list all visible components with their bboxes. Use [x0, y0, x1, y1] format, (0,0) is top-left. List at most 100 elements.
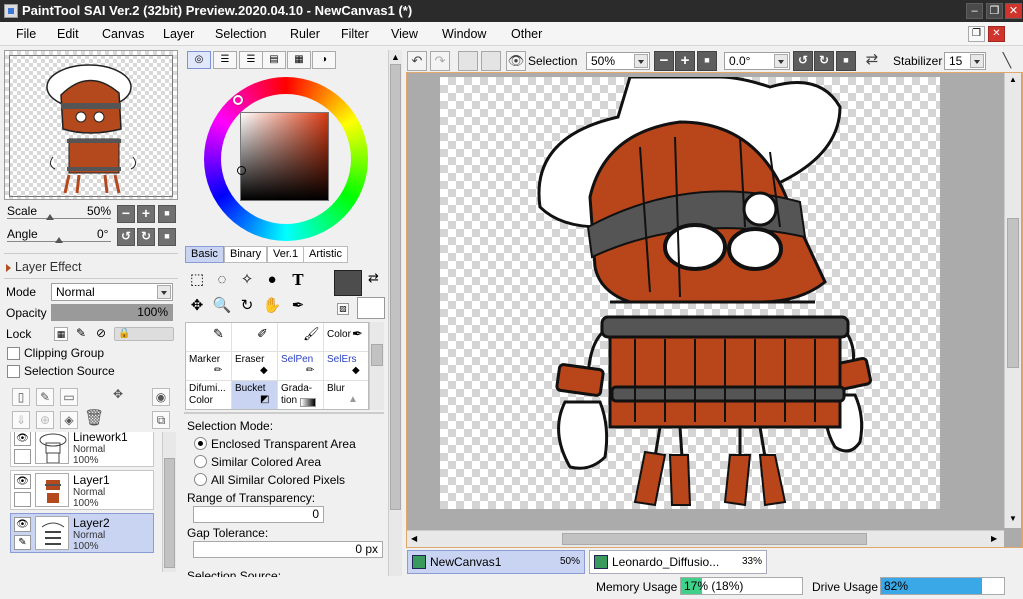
hsv-slider-tab[interactable]: ☰: [239, 51, 263, 69]
scrollbar-thumb[interactable]: [390, 64, 401, 510]
zoom-fit-button[interactable]: ■: [697, 51, 717, 71]
text-icon[interactable]: T: [287, 269, 309, 291]
primary-color-swatch[interactable]: [334, 270, 362, 296]
angle-dropdown[interactable]: 0.0°: [724, 52, 790, 70]
layer-effect-header[interactable]: Layer Effect: [15, 260, 81, 274]
mdi-close-button[interactable]: ✕: [988, 26, 1005, 42]
secondary-color-swatch[interactable]: [357, 297, 385, 319]
navigator-preview[interactable]: [4, 50, 178, 200]
minimize-button[interactable]: –: [966, 3, 983, 19]
brush-cell-selers[interactable]: SelErs ◆: [324, 352, 368, 381]
canvas-tab-leonardo[interactable]: Leonardo_Diffusio... 33%: [589, 550, 767, 574]
rect-select-icon[interactable]: ⬚: [186, 269, 208, 291]
selection-source-checkbox[interactable]: [7, 365, 20, 378]
canvas-viewport[interactable]: ▲ ▼ ◀ ▶: [406, 72, 1023, 548]
magic-wand-icon[interactable]: ✧: [236, 269, 258, 291]
layer-sub-toggle[interactable]: [14, 449, 31, 464]
brush-cell-brush[interactable]: 🖌: [278, 323, 324, 352]
straight-line-icon[interactable]: ╲: [997, 51, 1017, 71]
rotate-ccw-button[interactable]: ↺: [793, 51, 813, 71]
redo-button[interactable]: ↷: [430, 51, 450, 71]
brush-cell-bucket[interactable]: Bucket ◩: [232, 381, 278, 409]
mdi-restore-button[interactable]: ❐: [968, 26, 985, 42]
brush-cell-pen[interactable]: ✎: [186, 323, 232, 352]
apply-mask-icon[interactable]: ⧉: [152, 411, 170, 429]
menu-file[interactable]: File: [16, 27, 36, 41]
hand-icon[interactable]: ✋: [261, 295, 283, 317]
collapse-triangle-icon[interactable]: [6, 264, 11, 272]
layer-item-layer2[interactable]: 👁 ✎ Layer2 Normal 100%: [10, 513, 154, 553]
radio-similar-colored[interactable]: [194, 455, 207, 468]
menu-canvas[interactable]: Canvas: [102, 27, 144, 41]
menu-window[interactable]: Window: [442, 27, 486, 41]
move-icon[interactable]: ✥: [186, 295, 208, 317]
color-picker-marker[interactable]: [237, 166, 246, 175]
layer-item-linework1[interactable]: 👁 Linework1 Normal 100%: [10, 432, 154, 467]
rotate-reset-button[interactable]: ■: [158, 228, 176, 246]
color-wheel-tab[interactable]: ◎: [187, 51, 211, 69]
radio-enclosed-transparent[interactable]: [194, 437, 207, 450]
transfer-down-icon[interactable]: ⇓: [12, 411, 30, 429]
deselect-button[interactable]: [458, 51, 478, 71]
canvas-paper[interactable]: [440, 75, 940, 509]
brush-grid-scrollbar[interactable]: [369, 322, 384, 410]
canvas-vertical-scrollbar[interactable]: ▲ ▼: [1004, 73, 1021, 528]
new-folder-icon[interactable]: ▭: [60, 388, 78, 406]
close-button[interactable]: ✕: [1005, 3, 1022, 19]
visibility-eye-icon[interactable]: 👁: [14, 432, 31, 446]
menu-edit[interactable]: Edit: [57, 27, 79, 41]
eyedropper-icon[interactable]: ✒: [287, 295, 309, 317]
brush-cell-color[interactable]: Color ✒: [324, 323, 368, 352]
brush-cell-blur[interactable]: Blur ▲: [324, 381, 368, 409]
scrollbar-thumb[interactable]: [1007, 218, 1019, 368]
middle-panel-scrollbar[interactable]: ▲: [388, 50, 402, 576]
new-layer-icon[interactable]: ▯: [12, 388, 30, 406]
saturation-value-square[interactable]: [240, 112, 329, 201]
scroll-down-arrow-icon[interactable]: ▼: [1009, 514, 1017, 523]
layer-sub-toggle[interactable]: [14, 492, 31, 507]
swatches-tab[interactable]: ▦: [287, 51, 311, 69]
scroll-up-arrow-icon[interactable]: ▲: [391, 52, 400, 62]
lock-paint-icon[interactable]: ✎: [74, 327, 88, 341]
scrollbar-thumb[interactable]: [562, 533, 867, 545]
canvas-horizontal-scrollbar[interactable]: ◀ ▶: [407, 530, 1004, 547]
merge-down-icon[interactable]: ⊕: [36, 411, 54, 429]
rotate-left-button[interactable]: ↺: [117, 228, 135, 246]
zoom-minus-button[interactable]: −: [654, 51, 674, 71]
layer-list-scrollbar[interactable]: [162, 432, 176, 572]
maximize-button[interactable]: ❐: [986, 3, 1003, 19]
rotate-icon[interactable]: ↻: [236, 295, 258, 317]
scroll-up-arrow-icon[interactable]: ▲: [1009, 75, 1017, 84]
zoom-out-button[interactable]: −: [117, 205, 135, 223]
tab-artistic[interactable]: Artistic: [303, 246, 348, 263]
scrollbar-thumb[interactable]: [371, 344, 383, 366]
scroll-left-arrow-icon[interactable]: ◀: [411, 534, 417, 543]
zoom-reset-button[interactable]: ■: [158, 205, 176, 223]
zoom-plus-button[interactable]: +: [675, 51, 695, 71]
panel-splitter[interactable]: [184, 412, 384, 414]
canvas-tab-newcanvas1[interactable]: NewCanvas1 50%: [407, 550, 585, 574]
lock-all-toggle[interactable]: 🔒: [114, 327, 174, 341]
menu-selection[interactable]: Selection: [215, 27, 266, 41]
lock-transparency-icon[interactable]: ▦: [54, 327, 68, 341]
tab-binary[interactable]: Binary: [224, 246, 268, 263]
menu-other[interactable]: Other: [511, 27, 542, 41]
new-linework-layer-icon[interactable]: ✎: [36, 388, 54, 406]
tab-ver1[interactable]: Ver.1: [267, 246, 305, 263]
brush-cell-gradation[interactable]: Grada- tion: [278, 381, 324, 409]
radio-all-similar[interactable]: [194, 473, 207, 486]
scratchpad-tab[interactable]: ◑: [312, 51, 336, 69]
clipping-group-checkbox[interactable]: [7, 347, 20, 360]
tab-basic[interactable]: Basic: [185, 246, 224, 263]
menu-filter[interactable]: Filter: [341, 27, 369, 41]
layer-move-icon[interactable]: ✥: [109, 386, 127, 404]
opacity-slider[interactable]: 100%: [51, 304, 173, 321]
range-transparency-input[interactable]: 0: [193, 506, 324, 523]
invert-selection-button[interactable]: [481, 51, 501, 71]
layer-mask-icon[interactable]: ◉: [152, 388, 170, 406]
rotate-reset-button[interactable]: ■: [836, 51, 856, 71]
scroll-right-arrow-icon[interactable]: ▶: [991, 534, 997, 543]
menu-view[interactable]: View: [391, 27, 418, 41]
scale-slider[interactable]: [7, 218, 111, 219]
visibility-eye-icon[interactable]: 👁: [14, 517, 31, 532]
